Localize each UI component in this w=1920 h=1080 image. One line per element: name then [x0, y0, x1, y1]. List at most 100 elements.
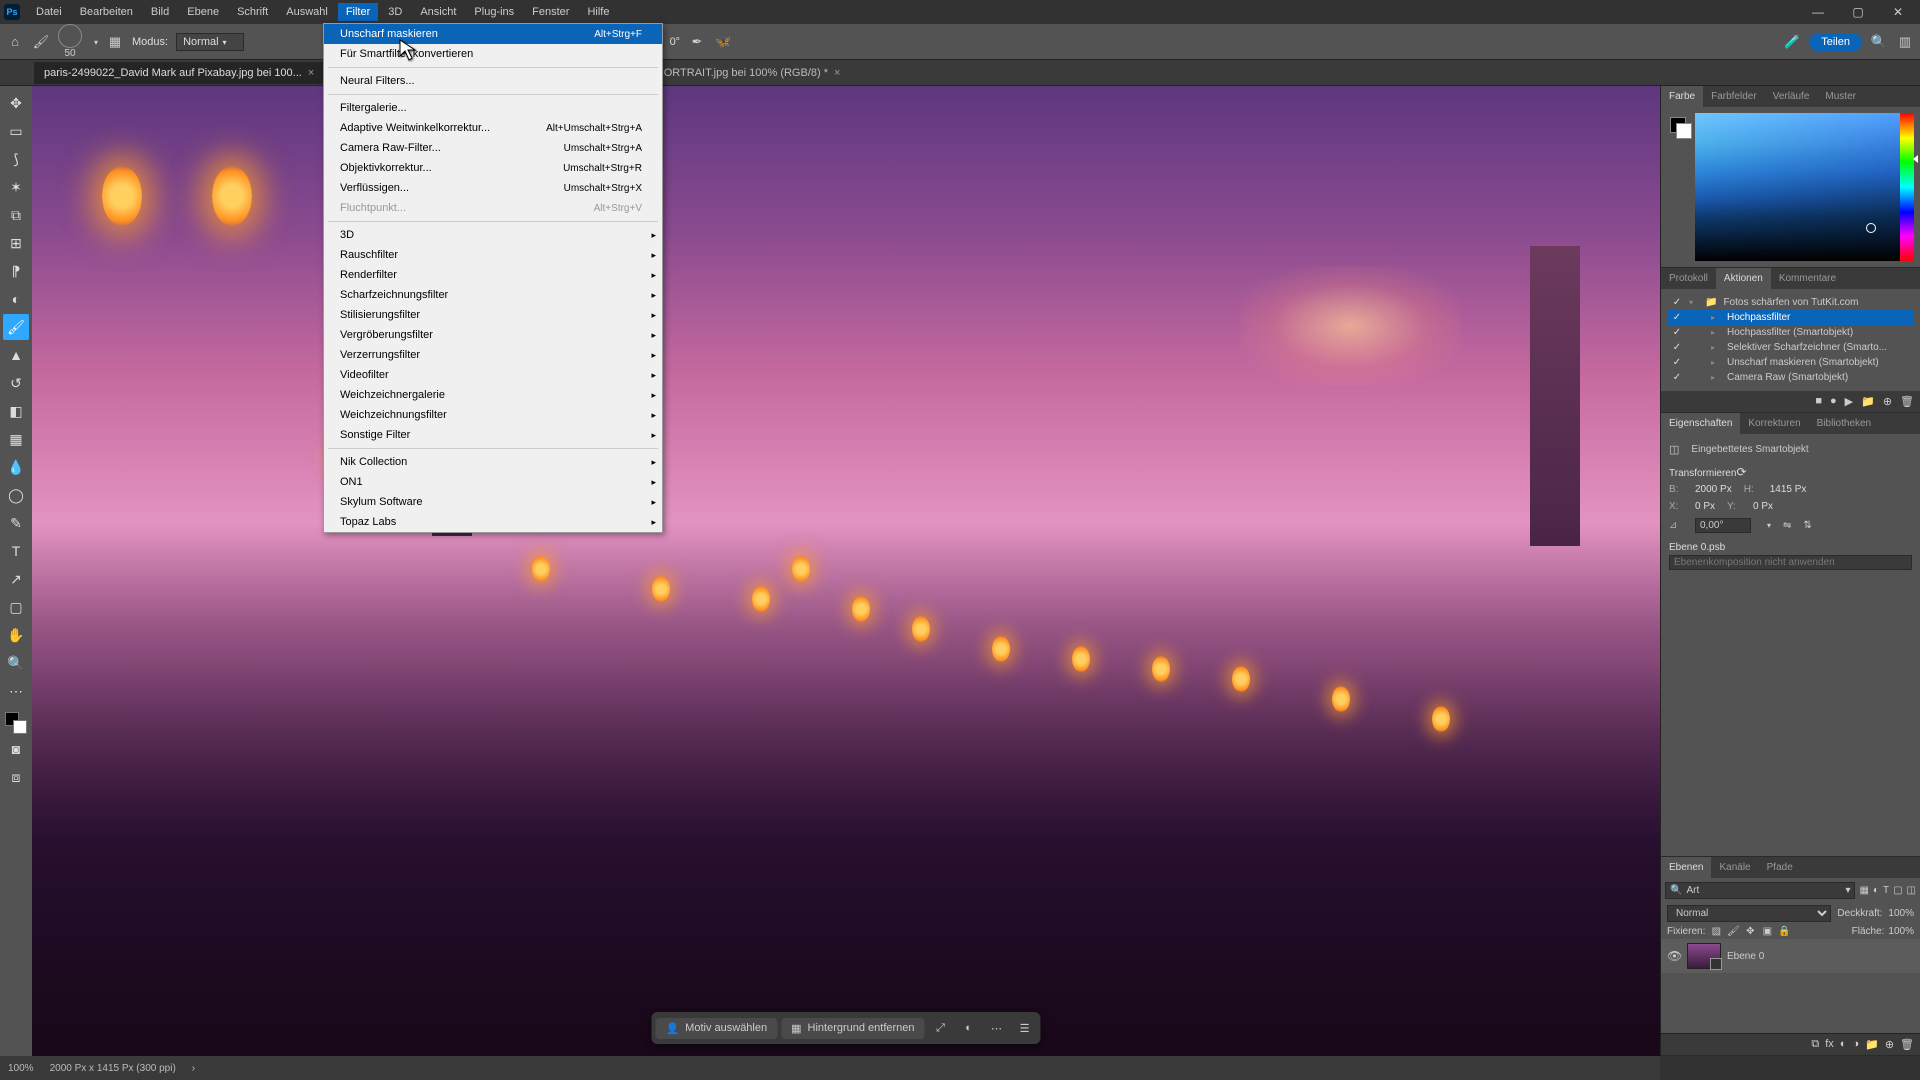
menu-hilfe[interactable]: Hilfe [579, 3, 617, 21]
menu-item[interactable]: Nik Collection [324, 452, 662, 472]
refresh-icon[interactable]: ⟳ [1736, 465, 1746, 479]
close-button[interactable]: ✕ [1880, 1, 1916, 23]
lock-transparency-icon[interactable]: ▨ [1709, 926, 1723, 937]
menu-item[interactable]: ON1 [324, 472, 662, 492]
ctx-adjust-icon[interactable]: ◐ [957, 1016, 981, 1040]
hue-slider[interactable] [1900, 113, 1914, 261]
action-item[interactable]: ✓▸Hochpassfilter [1667, 310, 1914, 325]
menu-item[interactable]: Weichzeichnungsfilter [324, 405, 662, 425]
blend-mode-select[interactable]: Normal [176, 33, 243, 51]
action-item[interactable]: ✓▸Selektiver Scharfzeichner (Smarto... [1667, 340, 1914, 355]
remove-background-button[interactable]: ▦Hintergrund entfernen [781, 1018, 924, 1039]
workspace-icon[interactable]: ▥ [1896, 33, 1914, 51]
menu-ebene[interactable]: Ebene [179, 3, 227, 21]
menu-item[interactable]: Renderfilter [324, 265, 662, 285]
gradient-tool[interactable]: ▦ [3, 426, 29, 452]
filter-type-icon[interactable]: T [1883, 885, 1889, 896]
menu-bearbeiten[interactable]: Bearbeiten [72, 3, 141, 21]
dodge-tool[interactable]: ◯ [3, 482, 29, 508]
group-icon[interactable]: 📁 [1865, 1038, 1879, 1051]
brush-dropdown-icon[interactable] [90, 36, 98, 48]
select-subject-button[interactable]: 👤Motiv auswählen [655, 1018, 777, 1039]
panel-tab-bibliotheken[interactable]: Bibliotheken [1809, 413, 1879, 434]
frame-tool[interactable]: ⊞ [3, 230, 29, 256]
menu-item[interactable]: Für Smartfilter konvertieren [324, 44, 662, 64]
lock-artboard-icon[interactable]: ▣ [1760, 926, 1774, 937]
menu-fenster[interactable]: Fenster [524, 3, 577, 21]
fill-value[interactable]: 100% [1888, 926, 1914, 937]
panel-tab-muster[interactable]: Muster [1817, 86, 1864, 107]
menu-bild[interactable]: Bild [143, 3, 177, 21]
x-value[interactable]: 0 Px [1695, 501, 1715, 512]
eyedropper-tool[interactable]: ⁋ [3, 258, 29, 284]
layer-comp-select[interactable] [1669, 555, 1912, 570]
delete-layer-icon[interactable]: 🗑 [1900, 1038, 1914, 1051]
width-value[interactable]: 2000 Px [1695, 484, 1732, 495]
brush-tool[interactable]: 🖌 [3, 314, 29, 340]
selection-tool[interactable]: ✶ [3, 174, 29, 200]
eraser-tool[interactable]: ◧ [3, 398, 29, 424]
stamp-tool[interactable]: ▲ [3, 342, 29, 368]
panel-tab-farbe[interactable]: Farbe [1661, 86, 1703, 107]
new-set-icon[interactable]: 📁 [1861, 395, 1875, 408]
ctx-properties-icon[interactable]: ☰ [1013, 1016, 1037, 1040]
menu-item[interactable]: Videofilter [324, 365, 662, 385]
type-tool[interactable]: T [3, 538, 29, 564]
y-value[interactable]: 0 Px [1753, 501, 1773, 512]
action-item[interactable]: ✓▸Unscharf maskieren (Smartobjekt) [1667, 355, 1914, 370]
blend-mode[interactable]: Normal [1667, 905, 1831, 922]
panel-tab-eigenschaften[interactable]: Eigenschaften [1661, 413, 1740, 434]
pen-tool[interactable]: ✎ [3, 510, 29, 536]
link-icon[interactable]: ⧉ [1811, 1038, 1819, 1051]
menu-datei[interactable]: Datei [28, 3, 70, 21]
ctx-more-icon[interactable]: ⋯ [985, 1016, 1009, 1040]
brush-preview[interactable] [58, 24, 82, 48]
healing-tool[interactable]: ◐ [3, 286, 29, 312]
panel-tab-pfade[interactable]: Pfade [1759, 857, 1801, 878]
action-item[interactable]: ✓▸Hochpassfilter (Smartobjekt) [1667, 325, 1914, 340]
menu-auswahl[interactable]: Auswahl [278, 3, 336, 21]
menu-item[interactable]: Vergröberungsfilter [324, 325, 662, 345]
panel-tab-kanäle[interactable]: Kanäle [1711, 857, 1758, 878]
quickmask-tool[interactable]: ◙ [3, 736, 29, 762]
color-swatches[interactable] [5, 712, 27, 734]
action-item[interactable]: ✓▸Camera Raw (Smartobjekt) [1667, 370, 1914, 385]
menu-item[interactable]: Objektivkorrektur...Umschalt+Strg+R [324, 158, 662, 178]
panel-tab-verläufe[interactable]: Verläufe [1765, 86, 1818, 107]
brush-settings-icon[interactable]: ▦ [106, 33, 124, 51]
color-sampler-icon[interactable]: 🧪 [1783, 33, 1801, 51]
status-arrow-icon[interactable]: › [192, 1063, 195, 1074]
layer-row[interactable]: 👁 Ebene 0 [1661, 939, 1920, 973]
menu-item[interactable]: Filtergalerie... [324, 98, 662, 118]
stop-icon[interactable]: ■ [1815, 395, 1822, 408]
screenmode-tool[interactable]: ⧈ [3, 764, 29, 790]
menu-item[interactable]: Stilisierungsfilter [324, 305, 662, 325]
canvas[interactable]: 👤Motiv auswählen ▦Hintergrund entfernen … [32, 86, 1660, 1056]
ctx-transform-icon[interactable]: ⤢ [929, 1016, 953, 1040]
pressure-opacity-icon[interactable]: ✒ [688, 33, 706, 51]
shape-tool[interactable]: ▢ [3, 594, 29, 620]
search-icon[interactable]: 🔍 [1870, 33, 1888, 51]
filter-adjust-icon[interactable]: ◐ [1873, 885, 1879, 896]
menu-plug-ins[interactable]: Plug-ins [466, 3, 522, 21]
menu-item[interactable]: Sonstige Filter [324, 425, 662, 445]
visibility-icon[interactable]: 👁 [1667, 949, 1681, 963]
edit-toolbar[interactable]: ⋯ [3, 678, 29, 704]
flip-v-icon[interactable]: ⇅ [1803, 520, 1811, 531]
new-action-icon[interactable]: ⊕ [1883, 395, 1892, 408]
hue-marker-icon[interactable] [1913, 155, 1918, 163]
action-set[interactable]: ✓▾📁Fotos schärfen von TutKit.com [1667, 295, 1914, 310]
menu-schrift[interactable]: Schrift [229, 3, 276, 21]
menu-item[interactable]: Topaz Labs [324, 512, 662, 532]
close-tab-icon[interactable]: × [308, 67, 314, 79]
angle-dropdown-icon[interactable] [1763, 520, 1771, 531]
layer-filter[interactable]: 🔍Art▾ [1665, 882, 1855, 899]
filter-shape-icon[interactable]: ▢ [1893, 885, 1902, 896]
panel-tab-farbfelder[interactable]: Farbfelder [1703, 86, 1765, 107]
hand-tool[interactable]: ✋ [3, 622, 29, 648]
trash-icon[interactable]: 🗑 [1900, 395, 1914, 408]
blur-tool[interactable]: 💧 [3, 454, 29, 480]
flip-h-icon[interactable]: ⇋ [1783, 520, 1791, 531]
lock-position-icon[interactable]: ✥ [1743, 926, 1757, 937]
lock-pixels-icon[interactable]: 🖌 [1726, 926, 1740, 937]
